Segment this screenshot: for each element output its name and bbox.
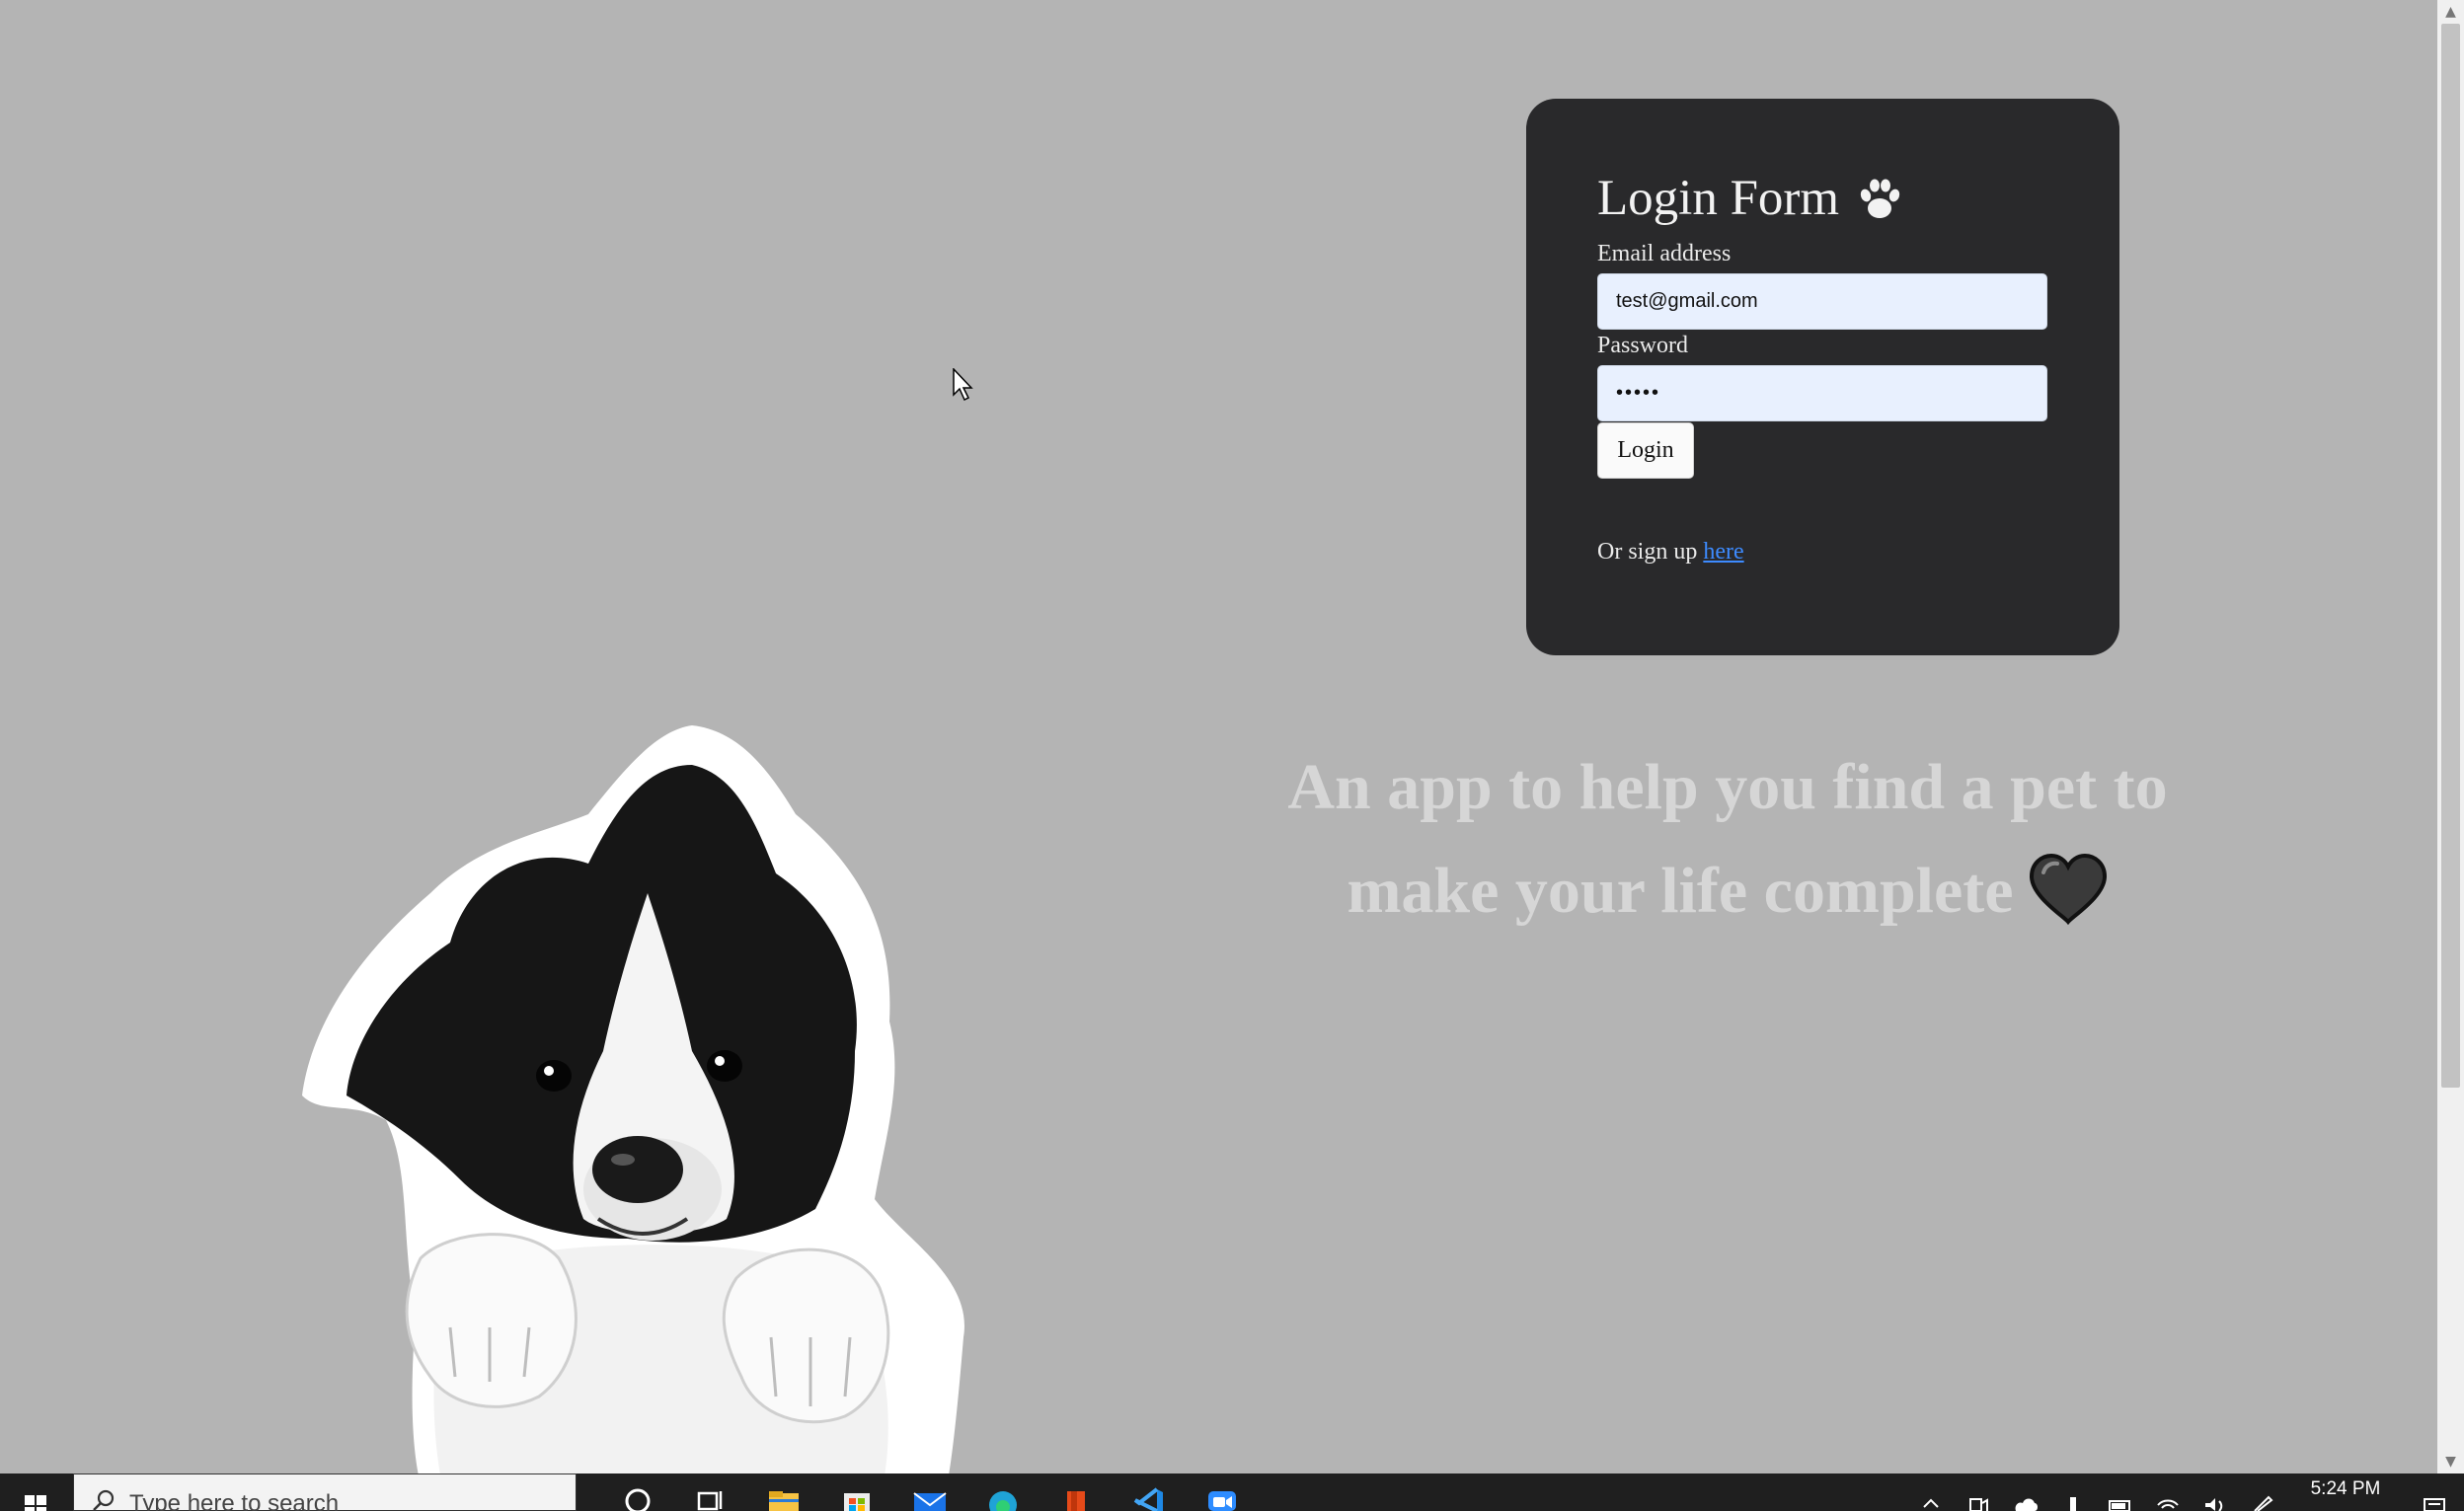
start-button[interactable] [0,1473,71,1511]
system-tray: 5:24 PM [1907,1473,2464,1511]
password-input[interactable] [1597,365,2047,421]
office-icon[interactable] [1040,1473,1113,1511]
login-title: Login Form [1597,170,1904,227]
password-label: Password [1597,333,1689,358]
taskbar-clock[interactable]: 5:24 PM [2286,1473,2405,1511]
scroll-down-arrow-icon[interactable]: ▼ [2437,1450,2464,1473]
mouse-cursor-icon [953,368,973,402]
email-label: Email address [1597,241,1732,266]
email-input[interactable] [1597,273,2047,330]
page: Login Form Email address Password Login … [0,0,2464,1511]
login-button[interactable]: Login [1597,422,1694,479]
store-icon[interactable] [820,1473,893,1511]
pen-icon[interactable] [2049,1473,2097,1511]
tagline-line-1: An app to help you find a pet to [1287,751,2168,823]
pinned-apps [601,1473,1259,1511]
vertical-scrollbar[interactable]: ▲ ▼ [2437,0,2464,1473]
signup-link[interactable]: here [1703,539,1743,565]
chevron-up-icon[interactable] [1907,1473,1955,1511]
tagline: An app to help you find a pet to make yo… [1244,735,2211,943]
taskbar: Type here to search 5:24 PM [0,1473,2464,1511]
meet-now-icon[interactable] [1955,1473,2002,1511]
mail-icon[interactable] [893,1473,966,1511]
file-explorer-icon[interactable] [747,1473,820,1511]
heart-icon [2029,853,2107,926]
tagline-line-2: make your life complete [1244,839,2211,943]
battery-icon[interactable] [2097,1473,2144,1511]
windows-logo-icon [25,1495,46,1511]
cortana-icon[interactable] [601,1473,674,1511]
login-card: Login Form Email address Password Login … [1526,99,2119,655]
volume-icon[interactable] [2192,1473,2239,1511]
scrollbar-thumb[interactable] [2441,24,2460,1088]
puppy-illustration [302,725,964,1475]
scroll-up-arrow-icon[interactable]: ▲ [2437,0,2464,24]
vscode-icon[interactable] [1113,1473,1186,1511]
search-icon [93,1489,115,1511]
onedrive-icon[interactable] [2002,1473,2049,1511]
taskbar-search-box[interactable]: Type here to search [73,1473,577,1511]
wifi-icon[interactable] [2144,1473,2192,1511]
pen-workspace-icon[interactable] [2239,1473,2286,1511]
task-view-icon[interactable] [674,1473,747,1511]
paw-icon [1860,179,1900,218]
notification-center-icon[interactable] [2405,1473,2464,1511]
search-placeholder: Type here to search [129,1490,340,1511]
tagline-line-2-text: make your life complete [1347,855,2014,927]
signup-text: Or sign up here [1597,539,1744,566]
zoom-icon[interactable] [1186,1473,1259,1511]
signup-prefix: Or sign up [1597,539,1704,565]
login-title-text: Login Form [1597,171,1840,226]
edge-icon[interactable] [966,1473,1040,1511]
